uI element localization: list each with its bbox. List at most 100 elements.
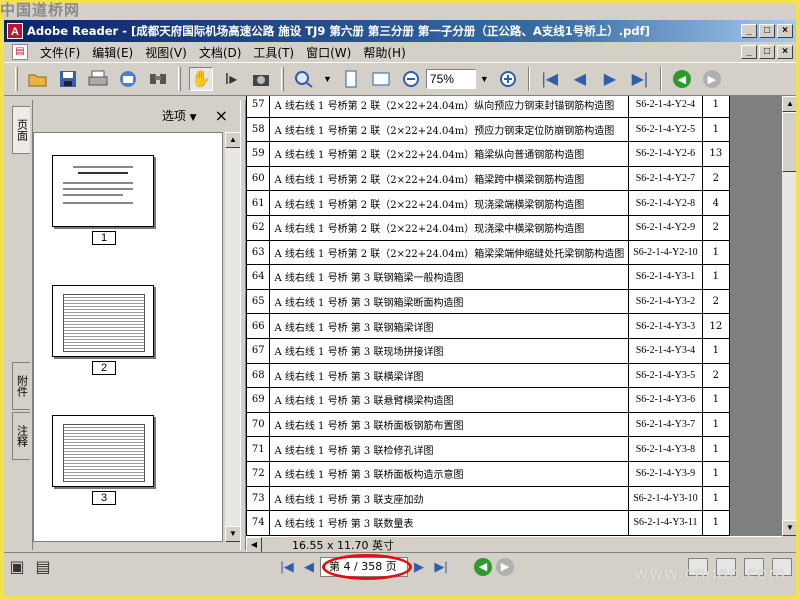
menu-view[interactable]: 视图(V) (139, 44, 193, 61)
select-text-icon[interactable]: I▸ (219, 67, 243, 91)
toolbar-grip-3[interactable] (281, 67, 284, 91)
chevron-down-icon: ▼ (189, 112, 197, 123)
row-number: 67 (246, 337, 271, 364)
doc-scroll-thumb[interactable] (782, 112, 796, 172)
last-page-icon[interactable]: ▶| (628, 67, 652, 91)
zoom-tool-dropdown-icon[interactable]: ▼ (323, 74, 332, 84)
status-go-back-icon[interactable]: ◀ (472, 557, 494, 577)
menu-edit[interactable]: 编辑(E) (86, 44, 139, 61)
status-last-page-icon[interactable]: ▶| (430, 557, 452, 577)
page-thumbnail-2[interactable] (52, 285, 154, 357)
thumbnail-list: 1 2 3 (33, 132, 223, 542)
row-number: 74 (246, 510, 271, 536)
highlight-ring (322, 554, 412, 580)
table-row: 65 A 线右线 1 号桥 第 3 联钢箱梁断面构造图 S6-2-1-4-Y3-2 2 (246, 288, 731, 315)
next-page-icon[interactable]: ▶ (598, 67, 622, 91)
close-button[interactable]: × (777, 24, 793, 38)
drawing-index-table: 57 A 线右线 1 号桥第 2 联（2×22+24.04m）纵向预应力钢束封锚钢… (246, 96, 731, 536)
table-row: 57 A 线右线 1 号桥第 2 联（2×22+24.04m）纵向预应力钢束封锚钢… (246, 96, 731, 118)
save-icon[interactable] (56, 67, 80, 91)
title-bar[interactable]: A Adobe Reader - [成都天府国际机场高速公路 施设 TJ9 第六… (4, 20, 796, 42)
sheet-count: 1 (701, 387, 731, 413)
toolbar-grip-2[interactable] (178, 67, 181, 91)
prev-page-icon[interactable]: ◀ (568, 67, 592, 91)
hand-icon[interactable]: ✋ (189, 67, 213, 91)
doc-close-button[interactable]: × (777, 45, 793, 59)
sheet-count: 2 (701, 362, 731, 389)
go-back-icon[interactable]: ◀ (670, 67, 694, 91)
watermark-logo: 中国道桥网 (0, 1, 81, 19)
page-thumbnail-1[interactable] (52, 155, 154, 227)
menu-tools[interactable]: 工具(T) (247, 44, 300, 61)
zoom-in-icon[interactable] (292, 67, 316, 91)
status-go-forward-icon[interactable]: ▶ (494, 557, 516, 577)
horizontal-scrollbar[interactable]: ◀ 16.55 x 11.70 英寸 (246, 536, 782, 553)
document-scrollbar[interactable]: ▲ ▼ (782, 96, 796, 536)
drawing-code: S6-2-1-4-Y2-10 (628, 239, 703, 266)
row-number: 62 (246, 214, 271, 241)
table-row: 68 A 线右线 1 号桥 第 3 联横梁详图 S6-2-1-4-Y3-5 2 (246, 362, 731, 389)
doc-minimize-button[interactable]: _ (741, 45, 757, 59)
thumbnail-scrollbar[interactable]: ▲ ▼ (225, 132, 241, 542)
page-thumbnail-3[interactable] (52, 415, 154, 487)
menu-file[interactable]: 文件(F) (34, 44, 86, 61)
tab-comments[interactable]: 注释 (12, 412, 30, 460)
sheet-count: 1 (701, 436, 731, 462)
status-prev-page-icon[interactable]: ◀ (298, 557, 320, 577)
scroll-up-icon[interactable]: ▲ (225, 132, 241, 148)
adobe-reader-icon: A (7, 23, 23, 39)
sheet-count: 13 (701, 141, 731, 167)
scroll-down-icon[interactable]: ▼ (225, 526, 241, 542)
panel-close-icon[interactable]: × (215, 106, 228, 125)
table-row: 66 A 线右线 1 号桥 第 3 联钢箱梁详图 S6-2-1-4-Y3-3 12 (246, 313, 731, 339)
go-forward-icon[interactable]: ▶ (700, 67, 724, 91)
minimize-button[interactable]: _ (741, 24, 757, 38)
tab-attachments[interactable]: 附件 (12, 362, 30, 410)
print-icon[interactable] (86, 67, 110, 91)
sheet-count: 1 (701, 485, 731, 512)
drawing-title: A 线右线 1 号桥 第 3 联钢箱梁详图 (269, 313, 630, 339)
drawing-title: A 线右线 1 号桥 第 3 联支座加劲 (269, 485, 630, 512)
zoom-input[interactable]: 75% (425, 69, 476, 89)
menu-help[interactable]: 帮助(H) (357, 44, 411, 61)
sheet-count: 2 (701, 214, 731, 241)
menu-window[interactable]: 窗口(W) (300, 44, 357, 61)
table-row: 64 A 线右线 1 号桥 第 3 联钢箱梁一般构造图 S6-2-1-4-Y3-1 1 (246, 264, 731, 290)
zoom-in-plus-icon[interactable] (496, 67, 520, 91)
layout-single-icon[interactable]: ▣ (7, 555, 27, 579)
layout-continuous-icon[interactable]: ▤ (33, 555, 53, 579)
status-first-page-icon[interactable]: |◀ (276, 557, 298, 577)
doc-scroll-up-icon[interactable]: ▲ (782, 96, 796, 112)
drawing-code: S6-2-1-4-Y2-9 (628, 214, 703, 241)
tab-pages[interactable]: 页面 (12, 106, 30, 154)
menu-document[interactable]: 文档(D) (193, 44, 248, 61)
search-icon[interactable] (146, 67, 170, 91)
drawing-title: A 线右线 1 号桥第 2 联（2×22+24.04m）现浇梁中横梁钢筋构造图 (269, 214, 630, 241)
sheet-count: 1 (701, 460, 731, 487)
page-number-label-1: 1 (92, 231, 116, 245)
document-view[interactable]: 57 A 线右线 1 号桥第 2 联（2×22+24.04m）纵向预应力钢束封锚钢… (246, 96, 782, 536)
open-icon[interactable] (26, 67, 50, 91)
drawing-code: S6-2-1-4-Y3-4 (628, 337, 703, 364)
zoom-out-icon[interactable] (399, 67, 423, 91)
fit-width-icon[interactable] (369, 67, 393, 91)
sheet-count: 1 (701, 264, 731, 290)
fit-page-icon[interactable] (339, 67, 363, 91)
table-row: 74 A 线右线 1 号桥 第 3 联数量表 S6-2-1-4-Y3-11 1 (246, 510, 731, 536)
drawing-title: A 线右线 1 号桥 第 3 联数量表 (269, 510, 630, 536)
pdf-doc-icon[interactable]: ▤ (12, 44, 28, 60)
scroll-left-icon[interactable]: ◀ (246, 536, 262, 553)
zoom-dropdown-icon[interactable]: ▼ (480, 74, 489, 84)
panel-options-menu[interactable]: 选项 ▼ (162, 107, 197, 124)
row-number: 70 (246, 411, 271, 438)
first-page-icon[interactable]: |◀ (538, 67, 562, 91)
drawing-title: A 线右线 1 号桥第 2 联（2×22+24.04m）箱梁纵向普通钢筋构造图 (269, 141, 630, 167)
maximize-button[interactable]: □ (759, 24, 775, 38)
doc-scroll-down-icon[interactable]: ▼ (782, 520, 796, 536)
snapshot-icon[interactable] (249, 67, 273, 91)
drawing-title: A 线右线 1 号桥第 2 联（2×22+24.04m）现浇梁端横梁钢筋构造图 (269, 190, 630, 216)
drawing-code: S6-2-1-4-Y3-9 (628, 460, 703, 487)
doc-restore-button[interactable]: □ (759, 45, 775, 59)
toolbar-grip[interactable] (15, 67, 18, 91)
email-icon[interactable] (116, 67, 140, 91)
